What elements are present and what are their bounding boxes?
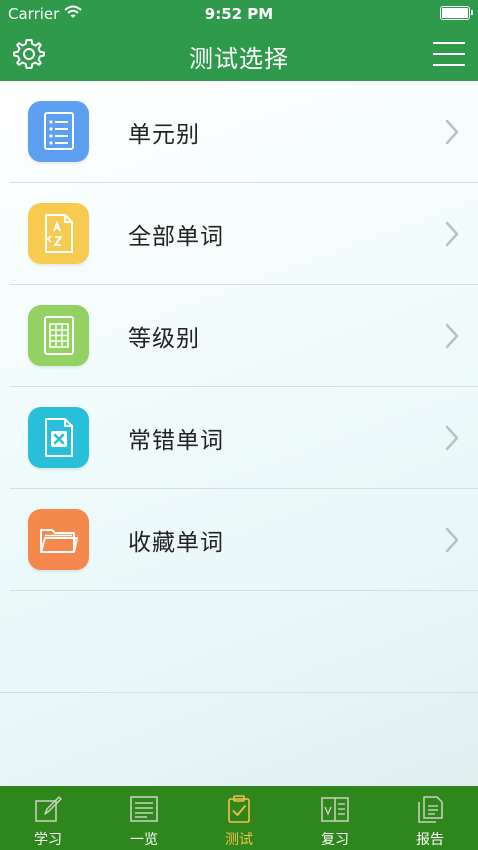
chevron-right-icon [445, 425, 459, 451]
page-title: 测试选择 [189, 45, 289, 73]
content-area: 单元别 全部单词 等级别 常错单词 收藏单词 [0, 81, 478, 786]
list-board-icon [130, 796, 158, 822]
battery-icon [440, 6, 473, 20]
tab-report[interactable]: 报告 [382, 786, 478, 850]
chevron-right-icon [445, 323, 459, 349]
az-document-icon [28, 203, 89, 264]
list-item-frequent-mistakes[interactable]: 常错单词 [0, 387, 478, 489]
list-document-icon [28, 101, 89, 162]
tab-test[interactable]: 测试 [191, 786, 287, 850]
clock: 9:52 PM [204, 5, 274, 23]
status-bar: Carrier 9:52 PM [0, 0, 478, 27]
list-item-label: 全部单词 [128, 224, 224, 250]
tab-label: 学习 [34, 832, 62, 848]
divider [10, 590, 478, 591]
divider [0, 692, 478, 693]
tab-study[interactable]: 学习 [0, 786, 96, 850]
book-icon [321, 797, 349, 822]
tab-label: 一览 [130, 832, 158, 848]
tab-bar: 学习 一览 测试 复习 报告 [0, 786, 478, 850]
list-item-unit[interactable]: 单元别 [0, 81, 478, 183]
chevron-right-icon [445, 119, 459, 145]
folder-icon [28, 509, 89, 570]
report-document-icon [418, 796, 443, 823]
list-item-favorites[interactable]: 收藏单词 [0, 489, 478, 591]
tab-label: 复习 [321, 832, 349, 848]
list-item-label: 等级别 [128, 326, 200, 352]
nav-bar: 测试选择 [0, 27, 478, 81]
chevron-right-icon [445, 221, 459, 247]
tab-label: 报告 [416, 832, 444, 848]
list-item-label: 收藏单词 [128, 530, 224, 556]
list-item-label: 常错单词 [128, 428, 224, 454]
list-item-label: 单元别 [128, 122, 200, 148]
spreadsheet-document-icon [28, 305, 89, 366]
test-option-list: 单元别 全部单词 等级别 常错单词 收藏单词 [0, 81, 478, 591]
menu-icon[interactable] [432, 41, 466, 67]
tab-review[interactable]: 复习 [287, 786, 383, 850]
list-item-level[interactable]: 等级别 [0, 285, 478, 387]
list-item-all-words[interactable]: 全部单词 [0, 183, 478, 285]
pencil-note-icon [35, 796, 62, 822]
x-document-icon [28, 407, 89, 468]
tab-overview[interactable]: 一览 [96, 786, 192, 850]
tab-label: 测试 [225, 832, 253, 848]
header: Carrier 9:52 PM 测试选择 [0, 0, 478, 81]
chevron-right-icon [445, 527, 459, 553]
clipboard-check-icon [228, 795, 250, 823]
